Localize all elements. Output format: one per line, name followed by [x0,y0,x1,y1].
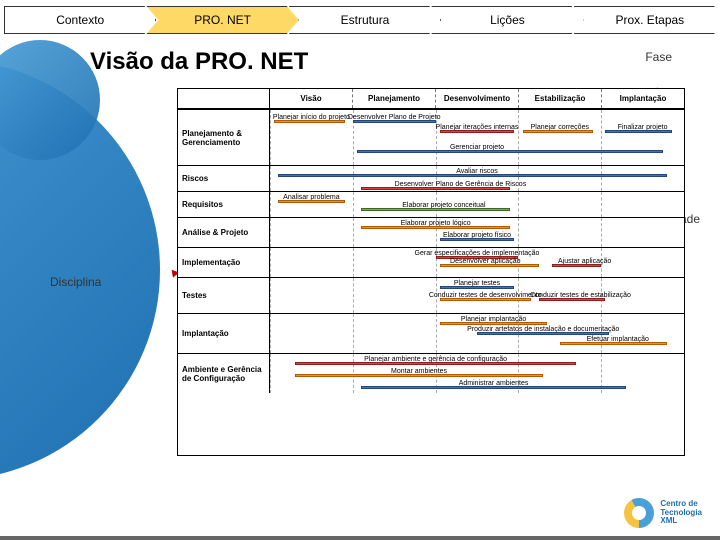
task-bar [560,342,668,345]
discipline-row: Planejamento & GerenciamentoPlanejar iní… [178,109,684,165]
ph-dev: Desenvolvimento [436,89,519,108]
task-bar [440,238,515,241]
discipline-header: Riscos [178,166,270,191]
discipline-cells: Planejar implantaçãoProduzir artefatos d… [270,314,684,353]
task-bar [295,362,577,365]
discipline-cells: Gerar especificações de implementaçãoDes… [270,248,684,277]
nav-contexto[interactable]: Contexto [4,6,156,34]
task-bar [361,187,510,190]
task-bar [552,264,602,267]
logo-text: Centro deTecnologiaXML [660,500,702,526]
discipline-row: RequisitosAnalisar problemaElaborar proj… [178,191,684,217]
discipline-header: Implantação [178,314,270,353]
matrix-header: Visão Planejamento Desenvolvimento Estab… [178,89,684,109]
discipline-cells: Analisar problemaElaborar projeto concei… [270,192,684,217]
nav-estrutura[interactable]: Estrutura [289,6,441,34]
arrow-fase [634,64,656,90]
task-bar [295,374,543,377]
discipline-row: TestesPlanejar testesConduzir testes de … [178,277,684,313]
discipline-header: Análise & Projeto [178,218,270,247]
task-bar [274,120,344,123]
label-disciplina: Disciplina [50,275,101,289]
discipline-header: Planejamento & Gerenciamento [178,110,270,165]
discipline-row: ImplementaçãoGerar especificações de imp… [178,247,684,277]
nav-pronet[interactable]: PRO. NET [146,6,298,34]
ph-visao: Visão [270,89,353,108]
task-bar [440,286,515,289]
task-bar [440,322,548,325]
discipline-header: Ambiente e Gerência de Configuração [178,354,270,393]
task-bar [353,120,436,123]
task-bar [440,298,531,301]
task-bar [440,264,539,267]
discipline-cells: Elaborar projeto lógicoElaborar projeto … [270,218,684,247]
task-bar [539,298,605,301]
label-fase: Fase [645,50,672,64]
task-bar [361,226,510,229]
task-bar [477,332,609,335]
task-bar [278,174,667,177]
task-bar [440,130,515,133]
nav-prox[interactable]: Prox. Etapas [574,6,720,34]
logo-icon [624,498,654,528]
task-bar [361,386,626,389]
ph-plan: Planejamento [353,89,436,108]
ph-estab: Estabilização [519,89,602,108]
discipline-row: RiscosAvaliar riscosDesenvolver Plano de… [178,165,684,191]
phase-nav: Contexto PRO. NET Estrutura Lições Prox.… [4,6,716,34]
discipline-row: Análise & ProjetoElaborar projeto lógico… [178,217,684,247]
task-bar [357,150,663,153]
task-bar [523,130,593,133]
discipline-cells: Avaliar riscosDesenvolver Plano de Gerên… [270,166,684,191]
discipline-header: Implementação [178,248,270,277]
discipline-header: Testes [178,278,270,313]
discipline-row: ImplantaçãoPlanejar implantaçãoProduzir … [178,313,684,353]
slide-title: Visão da PRO. NET [90,48,308,76]
nav-licoes[interactable]: Lições [431,6,583,34]
discipline-header: Requisitos [178,192,270,217]
ph-impl: Implantação [602,89,684,108]
discipline-cells: Planejar início do projetoDesenvolver Pl… [270,110,684,165]
discipline-cells: Planejar ambiente e gerência de configur… [270,354,684,393]
process-matrix: Visão Planejamento Desenvolvimento Estab… [177,88,685,456]
task-bar [278,200,344,203]
discipline-row: Ambiente e Gerência de ConfiguraçãoPlane… [178,353,684,393]
task-bar [605,130,671,133]
discipline-cells: Planejar testesConduzir testes de desenv… [270,278,684,313]
footer-bar [0,536,720,540]
task-bar [361,208,510,211]
logo: Centro deTecnologiaXML [624,498,702,528]
